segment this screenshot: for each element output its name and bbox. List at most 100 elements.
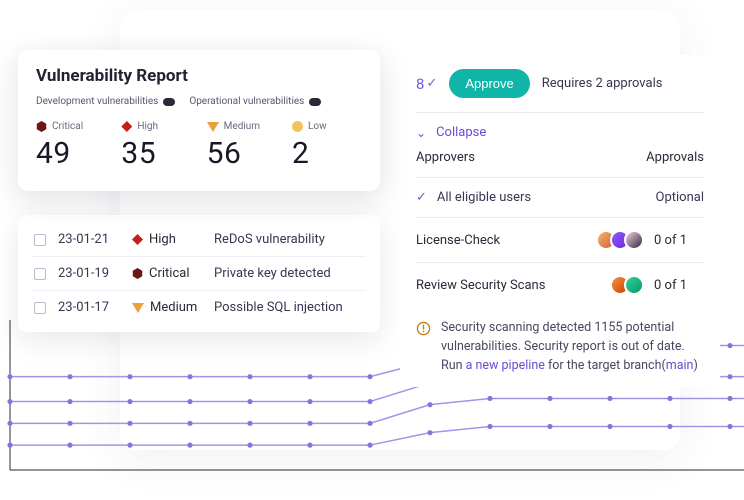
severity-medium[interactable]: Medium 56 xyxy=(207,121,277,171)
finding-row[interactable]: 23-01-17 Medium Possible SQL injection xyxy=(32,290,366,324)
chart-point xyxy=(727,396,732,401)
header-approvals: Approvals xyxy=(646,150,704,165)
eligible-status: Optional xyxy=(656,190,704,205)
rule-name: Review Security Scans xyxy=(416,278,610,293)
approve-button[interactable]: Approve xyxy=(449,69,529,98)
chart-point xyxy=(427,430,432,435)
collapse-toggle[interactable]: ⌄ Collapse xyxy=(416,125,704,140)
chart-point xyxy=(187,443,192,448)
chart-point xyxy=(727,424,732,429)
approval-count: 8✓ xyxy=(416,75,437,93)
chart-point xyxy=(187,421,192,426)
finding-row[interactable]: 23-01-19 Critical Private key detected xyxy=(32,256,366,290)
legend-ops-label: Operational vulnerabilities xyxy=(189,96,304,107)
severity-high[interactable]: High 35 xyxy=(121,121,191,171)
chart-point xyxy=(607,396,612,401)
critical-icon xyxy=(132,268,143,279)
approval-count-number: 8 xyxy=(416,75,424,93)
legend-ops: Operational vulnerabilities xyxy=(189,96,321,107)
check-icon: ✓ xyxy=(426,76,437,91)
severity-critical[interactable]: Critical 49 xyxy=(36,121,106,171)
header-approvers: Approvers xyxy=(416,150,475,165)
chart-series xyxy=(10,426,744,445)
finding-severity: Critical xyxy=(132,266,202,281)
chart-point xyxy=(307,421,312,426)
severity-count: 49 xyxy=(36,136,106,171)
medium-icon xyxy=(132,303,144,313)
severity-count: 2 xyxy=(292,136,362,171)
chart-point xyxy=(67,374,72,379)
finding-severity: High xyxy=(132,232,202,247)
chart-point xyxy=(127,374,132,379)
chart-point xyxy=(7,399,12,404)
chart-point xyxy=(127,421,132,426)
finding-date: 23-01-19 xyxy=(58,266,120,281)
approvals-required-text: Requires 2 approvals xyxy=(542,76,663,91)
chart-point xyxy=(187,399,192,404)
critical-icon xyxy=(36,121,47,132)
legend-dev-label: Development vulnerabilities xyxy=(36,96,158,107)
chart-point xyxy=(67,443,72,448)
warning-post: ) xyxy=(693,358,697,373)
finding-description: ReDoS vulnerability xyxy=(214,232,364,247)
avatars xyxy=(596,230,644,250)
collapse-label: Collapse xyxy=(436,125,486,140)
avatar[interactable] xyxy=(624,275,644,295)
severity-label: Medium xyxy=(224,121,260,132)
chart-point xyxy=(7,421,12,426)
chart-point xyxy=(7,374,12,379)
finding-row[interactable]: 23-01-21 High ReDoS vulnerability xyxy=(32,223,366,256)
finding-date: 23-01-17 xyxy=(58,300,120,315)
chart-point xyxy=(307,374,312,379)
approvals-collapse-section: ⌄ Collapse Approvers Approvals xyxy=(416,113,704,178)
pill-icon xyxy=(309,98,321,106)
finding-description: Private key detected xyxy=(214,266,364,281)
chart-point xyxy=(247,399,252,404)
chart-point xyxy=(247,443,252,448)
low-icon xyxy=(292,121,303,132)
avatars xyxy=(610,275,644,295)
new-pipeline-link[interactable]: a new pipeline xyxy=(466,358,545,373)
chart-point xyxy=(607,424,612,429)
chart-point xyxy=(367,399,372,404)
check-icon: ✓ xyxy=(416,190,427,205)
severity-count: 56 xyxy=(207,136,277,171)
approvals-table-header: Approvers Approvals xyxy=(416,150,704,165)
eligible-label: All eligible users xyxy=(437,190,531,205)
branch-link[interactable]: main xyxy=(666,358,694,373)
legend-dev: Development vulnerabilities xyxy=(36,96,175,107)
chart-point xyxy=(427,402,432,407)
eligible-row: ✓ All eligible users Optional xyxy=(416,190,704,205)
chart-point xyxy=(367,421,372,426)
chart-point xyxy=(487,396,492,401)
finding-description: Possible SQL injection xyxy=(214,300,364,315)
security-warning: Security scanning detected 1155 potentia… xyxy=(416,307,704,375)
medium-icon xyxy=(207,122,219,132)
high-icon xyxy=(132,234,143,245)
chart-point xyxy=(187,374,192,379)
rule-count: 0 of 1 xyxy=(654,278,704,293)
approval-rule: Review Security Scans 0 of 1 xyxy=(416,263,704,307)
chart-point xyxy=(547,424,552,429)
high-icon xyxy=(121,121,132,132)
chart-point xyxy=(727,374,732,379)
checkbox[interactable] xyxy=(34,268,46,280)
chart-point xyxy=(247,374,252,379)
chart-point xyxy=(367,374,372,379)
chart-point xyxy=(7,443,12,448)
severity-low[interactable]: Low 2 xyxy=(292,121,362,171)
checkbox[interactable] xyxy=(34,234,46,246)
chart-point xyxy=(127,399,132,404)
chart-point xyxy=(727,343,732,348)
checkbox[interactable] xyxy=(34,302,46,314)
chart-point xyxy=(67,421,72,426)
warning-icon xyxy=(416,321,431,375)
chart-point xyxy=(247,421,252,426)
chart-point xyxy=(487,424,492,429)
chart-point xyxy=(307,443,312,448)
report-title: Vulnerability Report xyxy=(36,66,362,86)
avatar[interactable] xyxy=(624,230,644,250)
chart-point xyxy=(547,396,552,401)
findings-card: 23-01-21 High ReDoS vulnerability 23-01-… xyxy=(18,215,380,332)
chart-point xyxy=(307,399,312,404)
